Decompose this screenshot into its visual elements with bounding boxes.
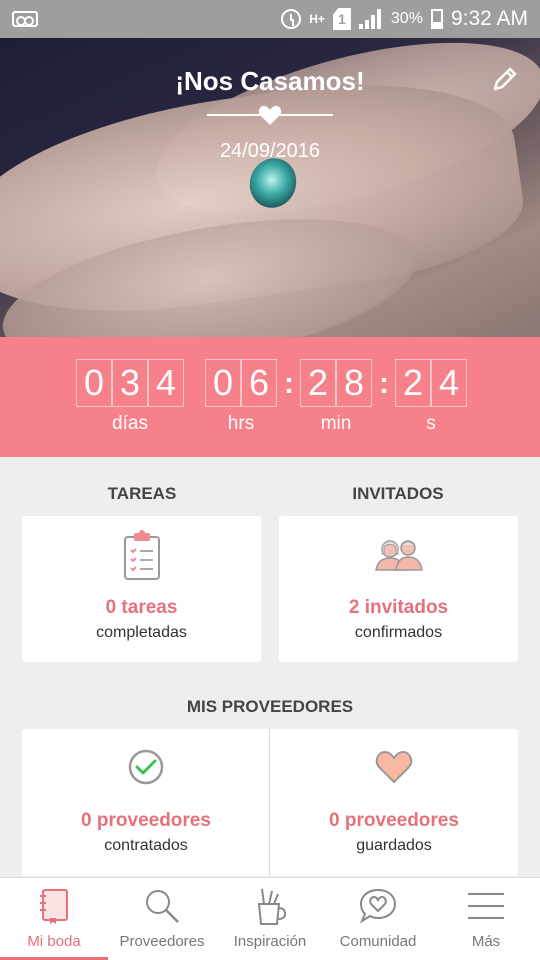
nav-item-proveedores[interactable]: Proveedores	[108, 878, 216, 960]
hero-banner: ¡Nos Casamos! 24/09/2016	[0, 38, 540, 337]
nav-label: Proveedores	[119, 933, 205, 950]
nav-item-mi-boda[interactable]: Mi boda	[0, 878, 108, 960]
voicemail-icon	[12, 11, 38, 27]
colon-separator: :	[284, 367, 294, 400]
heart-icon	[258, 105, 282, 125]
hours-label: hrs	[227, 413, 255, 434]
invitados-count: 2 invitados	[348, 597, 449, 618]
nav-item-mas[interactable]: Más	[432, 878, 540, 960]
heart-icon	[375, 751, 413, 783]
invitados-card[interactable]: 2 invitados confirmados	[279, 516, 518, 662]
countdown-digit: 0	[205, 359, 241, 407]
nav-label: Mi boda	[27, 933, 81, 950]
tareas-caption: completadas	[96, 624, 187, 641]
menu-icon	[468, 893, 504, 919]
proveedores-title: MIS PROVEEDORES	[186, 697, 354, 716]
tareas-card[interactable]: 0 tareas completadas	[22, 516, 261, 662]
countdown-digit: 0	[76, 359, 112, 407]
battery-percent: 30%	[390, 10, 423, 27]
battery-icon	[430, 9, 443, 29]
nav-label: Comunidad	[339, 933, 417, 950]
contratados-count: 0 proveedores	[81, 810, 211, 831]
search-icon	[146, 890, 179, 923]
signal-icon	[358, 9, 383, 29]
days-label: días	[112, 413, 148, 434]
wedding-title: ¡Nos Casamos!	[175, 66, 365, 96]
countdown-digit: 2	[300, 359, 336, 407]
countdown-digit: 2	[395, 359, 431, 407]
countdown-digit: 8	[336, 359, 372, 407]
countdown-digit: 6	[241, 359, 277, 407]
tareas-title: TAREAS	[107, 484, 177, 503]
countdown-digit: 4	[148, 359, 184, 407]
minutes-label: min	[320, 413, 352, 434]
chat-heart-icon	[359, 888, 397, 924]
contratados-caption: contratados	[104, 837, 188, 854]
wedding-date: 24/09/2016	[219, 140, 321, 162]
countdown-hours: 0 6	[205, 359, 277, 407]
countdown-seconds: 2 4	[395, 359, 467, 407]
hplus-icon: H+	[309, 12, 325, 26]
pencil-icon[interactable]	[490, 64, 520, 94]
countdown-days: 0 3 4	[76, 359, 184, 407]
proveedores-guardados-card[interactable]: 0 proveedores guardados	[270, 729, 518, 876]
nav-label: Inspiración	[233, 933, 307, 950]
seconds-label: s	[426, 413, 436, 434]
nav-item-inspiracion[interactable]: Inspiración	[216, 878, 324, 960]
colon-separator: :	[379, 367, 389, 400]
invitados-title: INVITADOS	[352, 484, 444, 503]
invitados-caption: confirmados	[354, 624, 443, 641]
alarm-icon	[281, 9, 302, 29]
clipboard-icon	[123, 530, 160, 580]
countdown-minutes: 2 8	[300, 359, 372, 407]
countdown: 0 3 4 0 6 : 2 8 : 2 4 días hrs min s	[0, 337, 540, 457]
nav-item-comunidad[interactable]: Comunidad	[324, 878, 432, 960]
guardados-caption: guardados	[356, 837, 432, 854]
guardados-count: 0 proveedores	[329, 810, 459, 831]
notebook-icon	[40, 889, 68, 924]
tareas-count: 0 tareas	[105, 597, 178, 618]
couple-icon	[374, 540, 423, 571]
status-bar: H+ 1 30% 9:32 AM	[0, 0, 540, 38]
proveedores-contratados-card[interactable]: 0 proveedores contratados	[22, 729, 270, 876]
bottom-navigation: Mi boda Proveedores Inspiración Comunida…	[0, 877, 540, 960]
sim-icon: 1	[332, 8, 351, 30]
pencil-cup-icon	[257, 888, 287, 925]
countdown-digit: 3	[112, 359, 148, 407]
clock: 9:32 AM	[450, 7, 528, 30]
check-circle-icon	[128, 749, 164, 785]
nav-label: Más	[471, 933, 501, 950]
countdown-digit: 4	[431, 359, 467, 407]
